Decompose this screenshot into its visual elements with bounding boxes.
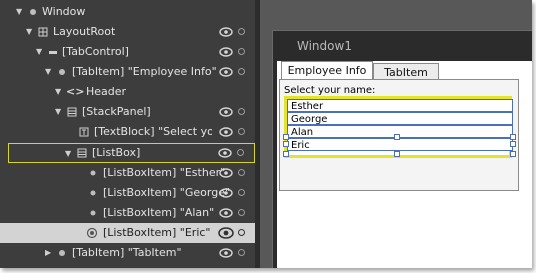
tree-row-listboxitem-george[interactable]: [ListBoxItem] "George" xyxy=(0,183,255,203)
tree-row-label: [TabItem] "Employee Info" xyxy=(72,65,217,78)
resize-handle[interactable] xyxy=(283,151,289,157)
listbox-item-esther[interactable]: Esther xyxy=(287,99,513,112)
tree-row-label: [ListBoxItem] "Eric" xyxy=(103,226,211,239)
lock-dot-icon[interactable] xyxy=(238,68,245,75)
tree-row-label: [StackPanel] xyxy=(82,105,151,118)
select-name-prompt: Select your name: xyxy=(284,85,376,96)
tree-row-label: [TabControl] xyxy=(62,45,129,58)
app-frame: ▼ Window ▼ LayoutRoot ▼ [TabControl] ▼ [… xyxy=(0,0,532,268)
tree-row-label: [ListBox] xyxy=(92,146,141,159)
eye-icon[interactable] xyxy=(219,246,233,260)
tree-row-listboxitem-alan[interactable]: [ListBoxItem] "Alan" xyxy=(0,203,255,223)
lock-dot-icon[interactable] xyxy=(238,189,245,196)
expand-arrow-icon[interactable]: ▼ xyxy=(55,82,61,102)
lock-dot-icon[interactable] xyxy=(238,229,245,236)
expand-arrow-icon[interactable]: ▼ xyxy=(45,62,51,82)
tree-row-stackpanel[interactable]: ▼ [StackPanel] xyxy=(0,102,255,122)
tree-row-window[interactable]: ▼ Window xyxy=(0,2,255,22)
tree-row-label: LayoutRoot xyxy=(53,25,116,38)
expand-arrow-icon[interactable]: ▼ xyxy=(65,144,71,164)
tree-row-label: [TextBlock] "Select your n xyxy=(94,125,212,138)
expand-arrow-icon[interactable]: ▼ xyxy=(36,42,42,62)
resize-handle[interactable] xyxy=(283,134,289,140)
lock-dot-icon[interactable] xyxy=(238,48,245,55)
listboxitem-icon xyxy=(90,170,96,176)
resize-handle[interactable] xyxy=(394,151,400,157)
tree-row-listboxitem-eric[interactable]: [ListBoxItem] "Eric" xyxy=(0,223,255,243)
eye-icon[interactable] xyxy=(219,105,233,119)
objects-tree-panel: ▼ Window ▼ LayoutRoot ▼ [TabControl] ▼ [… xyxy=(0,0,255,268)
resize-handle[interactable] xyxy=(394,134,400,140)
tab-tabitem[interactable]: TabItem xyxy=(373,63,439,80)
tree-row-tabcontrol[interactable]: ▼ [TabControl] xyxy=(0,42,255,62)
tree-row-tabitem-tabitem[interactable]: ▶ [TabItem] "TabItem" xyxy=(0,243,255,263)
eye-icon[interactable] xyxy=(219,186,233,200)
eye-icon[interactable] xyxy=(219,65,233,79)
textblock-icon xyxy=(79,127,89,137)
eye-icon[interactable] xyxy=(218,225,234,241)
design-window: Window1 Employee Info TabItem Select you… xyxy=(272,30,532,268)
eye-icon[interactable] xyxy=(218,146,232,160)
expand-arrow-icon[interactable]: ▼ xyxy=(26,22,32,42)
tree-row-label: [ListBoxItem] "George" xyxy=(103,186,231,199)
tree-row-label: [TabItem] "TabItem" xyxy=(72,246,182,259)
tab-employee-info[interactable]: Employee Info xyxy=(281,61,373,80)
tree-row-label: Header xyxy=(86,85,127,98)
tree-row-label: [ListBoxItem] "Esther" xyxy=(103,166,226,179)
lock-dot-icon[interactable] xyxy=(238,169,245,176)
tree-row-header[interactable]: ▼ <> Header xyxy=(0,82,255,102)
listbox-item-george[interactable]: George xyxy=(287,112,513,125)
lock-dot-icon[interactable] xyxy=(238,128,245,135)
tree-row-layoutroot[interactable]: ▼ LayoutRoot xyxy=(0,22,255,42)
tab-content: Select your name: Esther George Alan Eri… xyxy=(279,79,519,191)
listboxitem-icon xyxy=(86,227,98,239)
resize-handle[interactable] xyxy=(283,141,289,147)
grid-icon xyxy=(38,27,48,37)
eye-icon[interactable] xyxy=(219,125,233,139)
eye-icon[interactable] xyxy=(219,206,233,220)
eye-icon[interactable] xyxy=(219,166,233,180)
listbox-item-eric[interactable]: Eric xyxy=(287,138,513,151)
expand-arrow-icon[interactable]: ▼ xyxy=(16,2,22,22)
tree-row-label: Window xyxy=(42,5,86,18)
window-title: Window1 xyxy=(297,39,352,53)
listboxitem-icon xyxy=(90,190,96,196)
resize-handle[interactable] xyxy=(510,134,516,140)
tabitem-icon xyxy=(59,69,65,75)
listboxitem-icon xyxy=(90,210,96,216)
lock-dot-icon[interactable] xyxy=(238,249,245,256)
tabcontrol-icon xyxy=(49,51,57,54)
lock-dot-icon[interactable] xyxy=(237,149,244,156)
resize-handle[interactable] xyxy=(510,141,516,147)
tabitem-icon xyxy=(59,250,65,256)
artboard: Window1 Employee Info TabItem Select you… xyxy=(260,0,532,268)
window-icon xyxy=(30,9,36,15)
tree-row-label: [ListBoxItem] "Alan" xyxy=(103,206,215,219)
lock-dot-icon[interactable] xyxy=(238,209,245,216)
resize-handle[interactable] xyxy=(510,151,516,157)
lock-dot-icon[interactable] xyxy=(238,28,245,35)
listbox-item-alan[interactable]: Alan xyxy=(287,125,513,138)
collapse-arrow-icon[interactable]: ▶ xyxy=(45,243,51,263)
code-brackets-icon: <> xyxy=(66,85,85,98)
eye-icon[interactable] xyxy=(219,45,233,59)
eye-icon[interactable] xyxy=(219,25,233,39)
tree-row-tabitem-employee-info[interactable]: ▼ [TabItem] "Employee Info" xyxy=(0,62,255,82)
expand-arrow-icon[interactable]: ▼ xyxy=(55,102,61,122)
lock-dot-icon[interactable] xyxy=(238,108,245,115)
stackpanel-icon xyxy=(67,107,77,117)
window-client-area: Employee Info TabItem Select your name: … xyxy=(277,61,532,268)
tree-row-listbox[interactable]: ▼ [ListBox] xyxy=(8,143,255,163)
name-listbox[interactable]: Esther George Alan Eric xyxy=(284,96,513,158)
tree-row-listboxitem-esther[interactable]: [ListBoxItem] "Esther" xyxy=(0,163,255,183)
tree-row-textblock[interactable]: [TextBlock] "Select your n xyxy=(0,122,255,142)
listbox-icon xyxy=(77,148,87,158)
